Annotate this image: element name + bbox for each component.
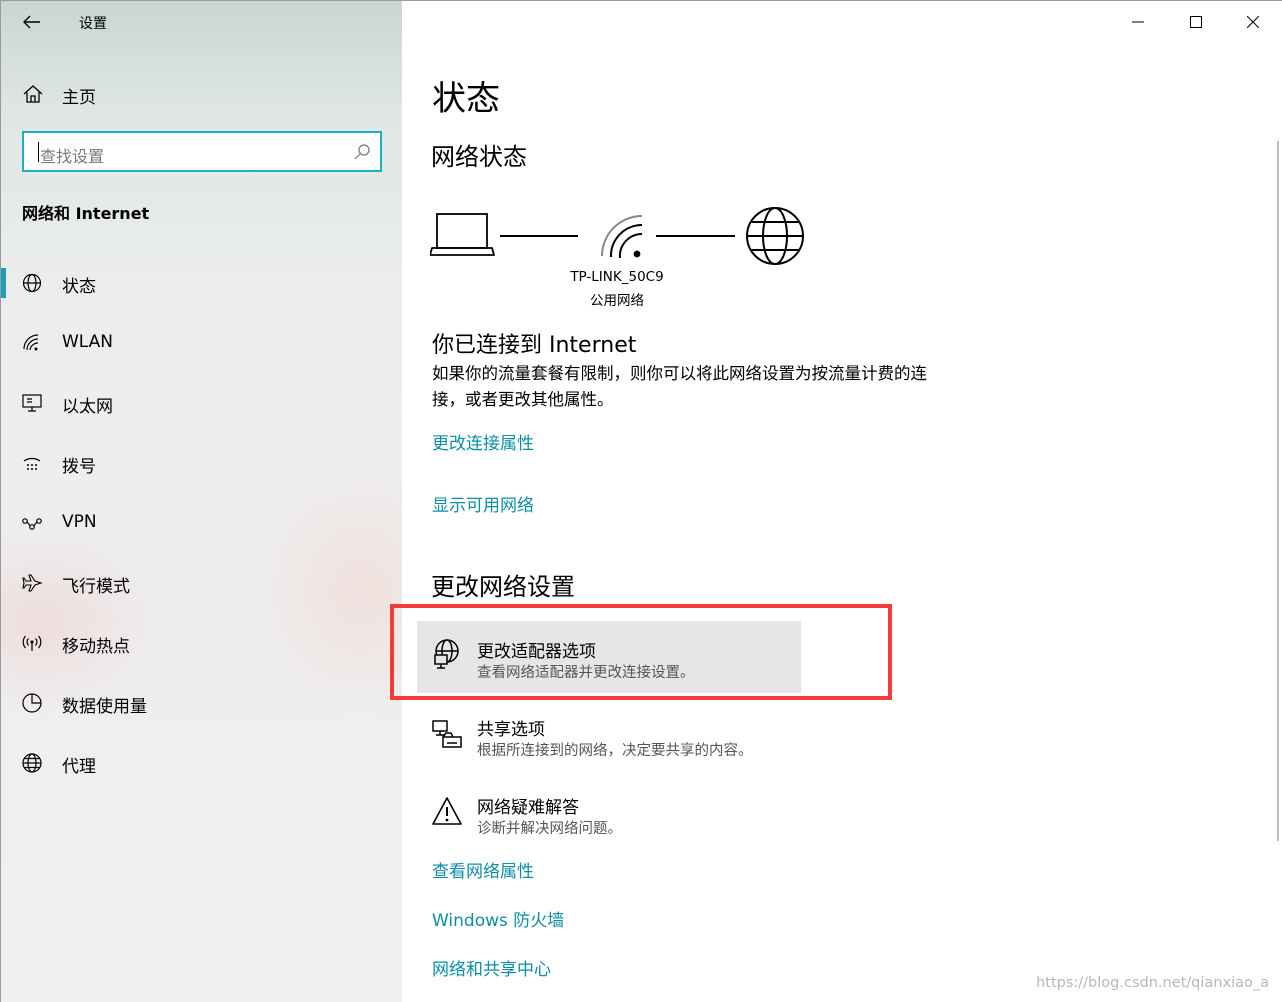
sidebar-item-label: 以太网 [62, 397, 113, 417]
main-content: 状态 网络状态 TP-LINK_50C9 公用网络 你已连接到 Internet… [402, 1, 1282, 1002]
proxy-globe-icon [22, 753, 42, 773]
watermark: https://blog.csdn.net/qianxiao_a [1036, 975, 1269, 991]
home-icon [23, 85, 43, 103]
sidebar-item-proxy[interactable]: 代理 [1, 741, 402, 785]
change-connection-properties-link[interactable]: 更改连接属性 [432, 429, 534, 454]
vpn-icon [22, 518, 42, 530]
sidebar-item-label: WLAN [62, 332, 114, 352]
search-placeholder: 查找设置 [40, 147, 105, 166]
page-title: 状态 [432, 79, 500, 119]
wifi-icon [23, 334, 39, 351]
sidebar-item-hotspot[interactable]: 移动热点 [1, 621, 402, 665]
connection-title: 你已连接到 Internet [432, 333, 637, 358]
sidebar-item-ethernet[interactable]: 以太网 [1, 381, 402, 425]
maximize-button[interactable] [1181, 7, 1211, 37]
option-title: 网络疑难解答 [477, 798, 579, 818]
sidebar-item-label: 移动热点 [62, 637, 130, 657]
sidebar-item-dialup[interactable]: 拨号 [1, 441, 402, 485]
close-button[interactable] [1238, 7, 1268, 37]
close-icon [1247, 16, 1259, 28]
sidebar-item-label: 飞行模式 [62, 577, 130, 597]
maximize-icon [1190, 16, 1202, 28]
search-icon[interactable] [352, 142, 372, 162]
network-sharing-center-link[interactable]: 网络和共享中心 [432, 955, 551, 980]
settings-window: 设置 主页 查找设置 网络和 Internet 状态 WLAN 以太网 拨号 V… [0, 0, 1282, 1002]
search-box[interactable]: 查找设置 [22, 131, 382, 172]
globe-icon [22, 273, 42, 293]
laptop-icon [430, 213, 495, 256]
sidebar-item-status[interactable]: 状态 [1, 261, 402, 305]
wifi-signal-icon [601, 215, 643, 259]
hotspot-icon [22, 635, 42, 651]
option-title: 共享选项 [477, 720, 545, 740]
change-network-settings-heading: 更改网络设置 [431, 573, 575, 601]
data-usage-icon [22, 693, 42, 713]
network-troubleshooter[interactable]: 网络疑难解答 诊断并解决网络问题。 [417, 777, 801, 849]
minimize-button[interactable] [1123, 7, 1153, 37]
sidebar-section-title: 网络和 Internet [22, 204, 150, 223]
back-button[interactable] [17, 9, 47, 35]
connection-description: 如果你的流量套餐有限制，则你可以将此网络设置为按流量计费的连接，或者更改其他属性… [432, 364, 927, 409]
back-arrow-icon [23, 15, 40, 29]
option-description: 诊断并解决网络问题。 [477, 821, 622, 837]
internet-globe-icon [746, 207, 804, 265]
window-title: 设置 [79, 16, 107, 32]
sharing-icon [432, 720, 462, 748]
selected-indicator [1, 268, 6, 298]
show-available-networks-link[interactable]: 显示可用网络 [432, 491, 534, 516]
network-status-heading: 网络状态 [431, 143, 527, 171]
windows-firewall-link[interactable]: Windows 防火墙 [432, 906, 564, 931]
minimize-icon [1132, 21, 1144, 23]
sidebar-item-label: 数据使用量 [62, 697, 147, 717]
highlight-annotation-box [390, 604, 892, 700]
option-description: 根据所连接到的网络，决定要共享的内容。 [477, 743, 753, 759]
sidebar-item-label: VPN [62, 512, 97, 532]
sidebar: 设置 主页 查找设置 网络和 Internet 状态 WLAN 以太网 拨号 V… [1, 1, 402, 1002]
sidebar-item-label: 拨号 [62, 457, 96, 477]
sidebar-item-label: 状态 [62, 277, 96, 297]
sidebar-item-label: 代理 [62, 757, 96, 777]
ethernet-icon [22, 394, 42, 412]
scrollbar[interactable] [1277, 141, 1279, 841]
sidebar-item-data-usage[interactable]: 数据使用量 [1, 681, 402, 725]
sidebar-item-home[interactable]: 主页 [1, 73, 402, 115]
sidebar-item-airplane[interactable]: 飞行模式 [1, 561, 402, 605]
sharing-options[interactable]: 共享选项 根据所连接到的网络，决定要共享的内容。 [417, 699, 801, 771]
dialup-icon [23, 457, 41, 470]
home-label: 主页 [62, 88, 96, 108]
text-caret [38, 142, 39, 162]
network-name: TP-LINK_50C9 [570, 269, 664, 285]
sidebar-item-wlan[interactable]: WLAN [1, 321, 402, 365]
airplane-icon [22, 574, 43, 592]
sidebar-item-vpn[interactable]: VPN [1, 501, 402, 545]
view-network-properties-link[interactable]: 查看网络属性 [432, 857, 534, 882]
network-type: 公用网络 [590, 293, 644, 309]
warning-icon [432, 797, 462, 825]
